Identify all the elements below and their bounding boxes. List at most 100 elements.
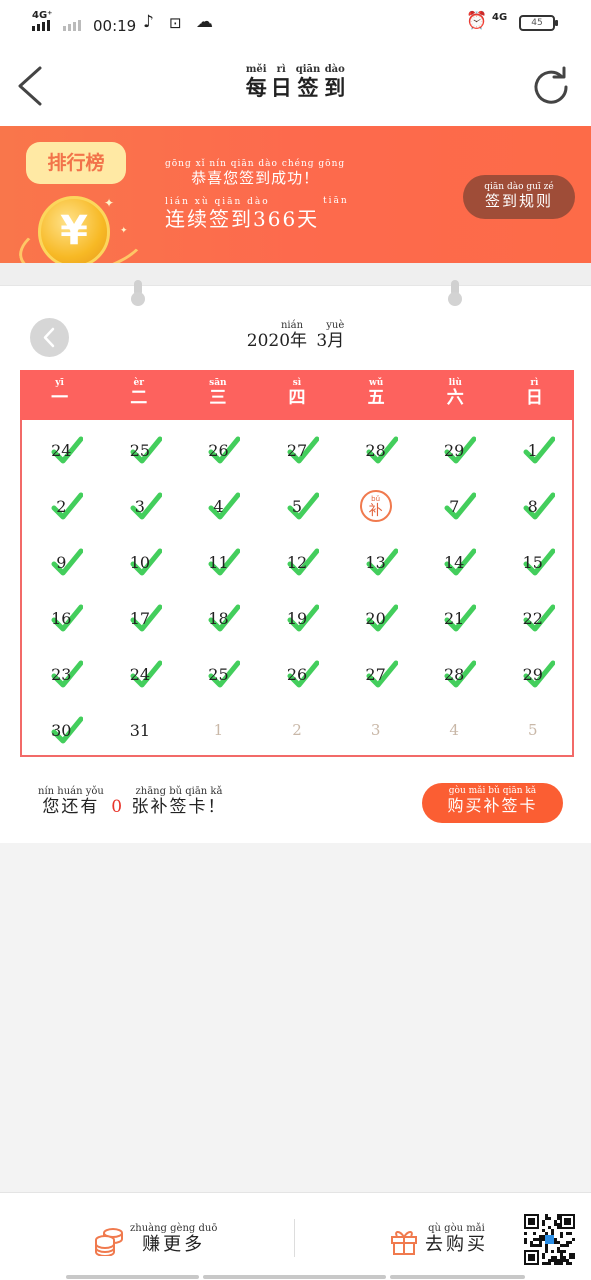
calendar-day[interactable]: 19 [258,591,337,647]
binder-pin-left [131,280,145,306]
day-number: 28 [365,441,386,460]
day-number: 4 [449,721,459,739]
calendar-day[interactable]: 29 [493,647,572,703]
day-number: 2 [56,497,67,516]
weekday-2: èr 二 [130,378,148,408]
day-number: 25 [129,441,151,460]
calendar-day[interactable]: 26 [179,423,258,479]
earn-more-button[interactable]: zhuàng gèng duō 赚更多 [94,1223,217,1256]
checkin-banner: 排行榜 ¥ ✦ ✦ gōng xǐ nín qiān dào chéng gōn… [0,126,591,263]
day-number: 24 [51,441,72,460]
calendar-day[interactable]: 24 [101,647,180,703]
page-title: měi 每 rì 日 qiān 签 dào 到 [245,64,346,100]
go-shopping-button[interactable]: qù gòu mǎi 去购买 [389,1223,488,1256]
refresh-icon[interactable] [528,64,574,110]
calendar-day[interactable]: 2 [258,703,337,759]
clock: 00:19 [93,17,137,35]
day-number: 7 [449,497,460,516]
calendar-day[interactable]: 31 [101,703,180,759]
calendar-week: 9 10 11 12 13 14 15 [22,535,572,591]
day-number: 13 [365,553,386,572]
calendar-day[interactable]: 27 [258,423,337,479]
leaderboard-button[interactable]: 排行榜 [26,142,126,184]
network-type-2: 4G [492,12,508,23]
checkin-success-text: gōng xǐ nín qiān dào chéng gōng 恭喜您签到成功！ [165,159,346,187]
weekday-header: yī 一 èr 二 sān 三 sì 四 wǔ 五 liù 六 rì 日 [20,370,574,420]
calendar-day[interactable]: 17 [101,591,180,647]
calendar-day[interactable]: 26 [258,647,337,703]
calendar-week: 2 3 4 5 bǔ 补 7 8 [22,479,572,535]
calendar-day[interactable]: 8 [493,479,572,535]
calendar-week: 16 17 18 19 20 21 22 [22,591,572,647]
calendar-day[interactable]: 25 [179,647,258,703]
sparkle-icon-2: ✦ [120,226,128,236]
signal-icon [32,20,50,31]
calendar-day[interactable]: 9 [22,535,101,591]
calendar-day[interactable]: 21 [415,591,494,647]
calendar-day[interactable]: 20 [336,591,415,647]
calendar-day[interactable]: 23 [22,647,101,703]
calendar-day[interactable]: bǔ 补 [336,479,415,535]
calendar-day[interactable]: 12 [258,535,337,591]
nav-indicator-3 [390,1275,525,1279]
buy-makeup-card-button[interactable]: gòu mǎi bǔ qiān kǎ 购买补签卡 [422,783,563,823]
calendar-day[interactable]: 22 [493,591,572,647]
calendar-day[interactable]: 11 [179,535,258,591]
calendar-week: 23 24 25 26 27 28 29 [22,647,572,703]
calendar-day[interactable]: 30 [22,703,101,759]
day-number: 8 [527,497,538,516]
bottom-bar: zhuàng gèng duō 赚更多 qù gòu mǎi 去购买 [0,1192,591,1280]
calendar-day[interactable]: 13 [336,535,415,591]
day-number: 19 [286,609,308,628]
calendar-day[interactable]: 27 [336,647,415,703]
calendar-day[interactable]: 15 [493,535,572,591]
calendar-week: 24 25 26 27 28 29 1 [22,423,572,479]
day-number: 1 [527,441,538,460]
calendar-day[interactable]: 3 [336,703,415,759]
calendar-day[interactable]: 14 [415,535,494,591]
calendar-day[interactable]: 25 [101,423,180,479]
qr-code-icon[interactable] [523,1213,576,1266]
earn-more-label: zhuàng gèng duō 赚更多 [130,1223,218,1255]
calendar-day[interactable]: 1 [493,423,572,479]
day-number: 3 [370,721,381,739]
day-number: 23 [51,665,72,684]
calendar-day[interactable]: 16 [22,591,101,647]
day-number: 11 [208,553,229,572]
calendar-day[interactable]: 18 [179,591,258,647]
coin-icon: ¥ [38,196,110,263]
calendar-day[interactable]: 28 [415,647,494,703]
calendar-day[interactable]: 5 [493,703,572,759]
calendar-day[interactable]: 7 [415,479,494,535]
status-bar: 4G⁺ 00:19 ♪ ⊡ ☁ ⏰ 4G 45 [0,0,591,46]
day-number: 28 [444,665,465,684]
day-number: 10 [129,553,151,572]
calendar-day[interactable]: 1 [179,703,258,759]
day-number: 5 [527,721,538,739]
weekday-1: yī 一 [51,378,69,408]
day-number: 2 [292,721,302,739]
calendar-day[interactable]: 10 [101,535,180,591]
calendar-day[interactable]: 4 [179,479,258,535]
day-number: 12 [286,553,308,572]
checkin-rules-button[interactable]: qiān dào guī zé 签到规则 [463,175,575,219]
day-number: 20 [365,609,386,628]
day-number: 9 [56,553,67,572]
divider [294,1219,295,1257]
day-number: 1 [213,721,224,739]
makeup-signin-mark[interactable]: bǔ 补 [359,490,392,522]
calendar-day[interactable]: 4 [415,703,494,759]
header: měi 每 rì 日 qiān 签 dào 到 [0,46,591,126]
tiktok-icon: ♪ [143,12,154,32]
battery-icon: 45 [519,15,558,31]
alarm-icon: ⏰ [466,11,488,31]
section-gap [0,263,591,285]
calendar-day[interactable]: 24 [22,423,101,479]
calendar-day[interactable]: 28 [336,423,415,479]
calendar-day[interactable]: 3 [101,479,180,535]
calendar-day[interactable]: 29 [415,423,494,479]
calendar-day[interactable]: 5 [258,479,337,535]
day-number: 21 [444,609,465,628]
calendar-day[interactable]: 2 [22,479,101,535]
signal-icon-2 [63,20,81,31]
